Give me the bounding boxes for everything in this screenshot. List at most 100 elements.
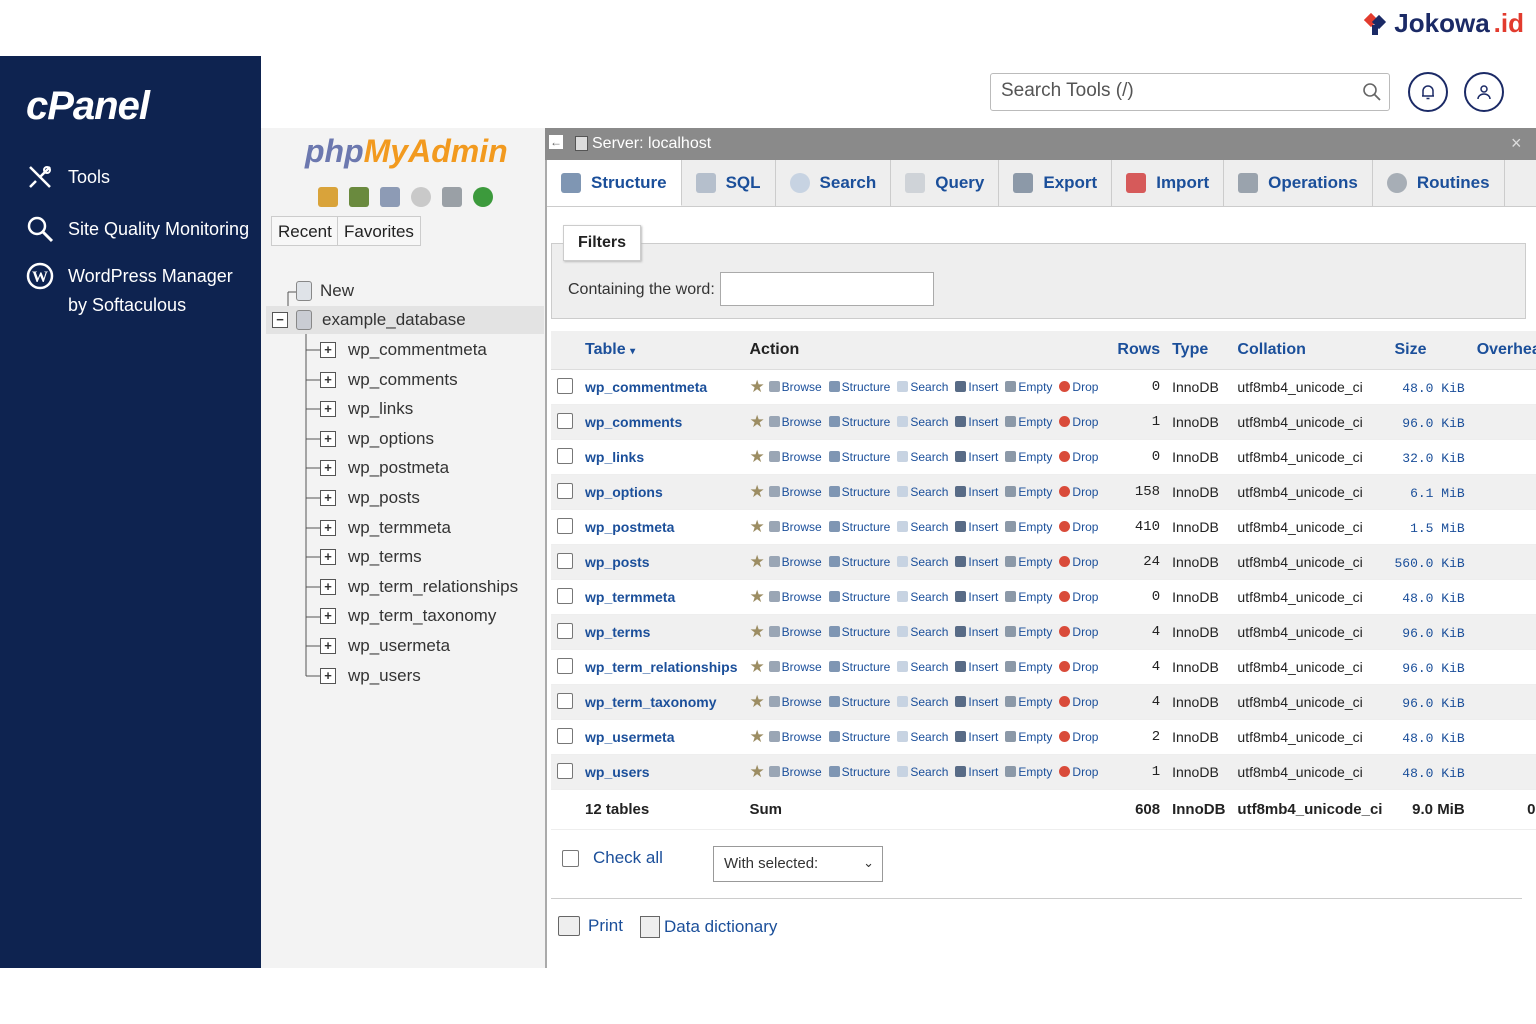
user-button[interactable] bbox=[1464, 72, 1504, 112]
tree-table-item[interactable]: + wp_terms bbox=[320, 543, 422, 571]
action-drop-link[interactable]: Drop bbox=[1059, 730, 1098, 744]
row-checkbox[interactable] bbox=[557, 412, 573, 429]
action-drop-link[interactable]: Drop bbox=[1059, 660, 1098, 674]
action-empty-link[interactable]: Empty bbox=[1005, 730, 1052, 744]
home-icon[interactable] bbox=[318, 187, 338, 207]
expand-icon[interactable]: + bbox=[320, 667, 336, 684]
size-link[interactable]: 560.0 KiB bbox=[1394, 556, 1464, 571]
action-search-link[interactable]: Search bbox=[897, 730, 948, 744]
row-checkbox[interactable] bbox=[557, 377, 573, 394]
reload-icon[interactable] bbox=[473, 187, 493, 207]
tab-export[interactable]: Export bbox=[999, 160, 1113, 206]
table-name-link[interactable]: wp_termmeta bbox=[585, 589, 675, 605]
action-drop-link[interactable]: Drop bbox=[1059, 625, 1098, 639]
collapse-icon[interactable]: − bbox=[272, 312, 288, 328]
row-checkbox[interactable] bbox=[557, 657, 573, 674]
tab-routines[interactable]: Routines bbox=[1373, 160, 1505, 206]
action-drop-link[interactable]: Drop bbox=[1059, 765, 1098, 779]
table-name-link[interactable]: wp_options bbox=[585, 484, 663, 500]
print-link[interactable]: Print bbox=[558, 916, 623, 936]
table-name-link[interactable]: wp_users bbox=[585, 764, 650, 780]
action-drop-link[interactable]: Drop bbox=[1059, 520, 1098, 534]
action-structure-link[interactable]: Structure bbox=[828, 485, 890, 499]
expand-icon[interactable]: + bbox=[320, 578, 336, 595]
tree-table-item[interactable]: + wp_termmeta bbox=[320, 514, 451, 542]
action-structure-link[interactable]: Structure bbox=[828, 450, 890, 464]
sidebar-item-site-quality[interactable]: Site Quality Monitoring bbox=[26, 215, 249, 243]
action-browse-link[interactable]: Browse bbox=[768, 590, 822, 604]
action-search-link[interactable]: Search bbox=[897, 520, 948, 534]
action-search-link[interactable]: Search bbox=[897, 765, 948, 779]
tab-structure[interactable]: Structure bbox=[547, 160, 682, 206]
row-checkbox[interactable] bbox=[557, 552, 573, 569]
filter-word-input[interactable] bbox=[720, 272, 934, 306]
check-all-checkbox[interactable] bbox=[562, 849, 579, 867]
action-drop-link[interactable]: Drop bbox=[1059, 590, 1098, 604]
expand-icon[interactable]: + bbox=[320, 430, 336, 447]
action-insert-link[interactable]: Insert bbox=[955, 590, 998, 604]
favorites-button[interactable]: Favorites bbox=[337, 216, 421, 246]
action-empty-link[interactable]: Empty bbox=[1005, 520, 1052, 534]
action-search-link[interactable]: Search bbox=[897, 695, 948, 709]
action-search-link[interactable]: Search bbox=[897, 485, 948, 499]
action-structure-link[interactable]: Structure bbox=[828, 765, 890, 779]
expand-icon[interactable]: + bbox=[320, 608, 336, 625]
action-browse-link[interactable]: Browse bbox=[768, 485, 822, 499]
row-checkbox[interactable] bbox=[557, 482, 573, 499]
favorite-star-icon[interactable]: ★ bbox=[750, 587, 765, 606]
action-structure-link[interactable]: Structure bbox=[828, 660, 890, 674]
column-header-collation[interactable]: Collation bbox=[1231, 331, 1389, 370]
table-name-link[interactable]: wp_terms bbox=[585, 624, 650, 640]
action-empty-link[interactable]: Empty bbox=[1005, 695, 1052, 709]
action-browse-link[interactable]: Browse bbox=[768, 555, 822, 569]
tree-table-item[interactable]: + wp_posts bbox=[320, 484, 420, 512]
action-search-link[interactable]: Search bbox=[897, 415, 948, 429]
tree-table-item[interactable]: + wp_links bbox=[320, 395, 413, 423]
action-insert-link[interactable]: Insert bbox=[955, 695, 998, 709]
column-header-overhead[interactable]: Overhead bbox=[1470, 331, 1536, 370]
table-name-link[interactable]: wp_postmeta bbox=[585, 519, 674, 535]
action-insert-link[interactable]: Insert bbox=[955, 450, 998, 464]
action-structure-link[interactable]: Structure bbox=[828, 590, 890, 604]
action-empty-link[interactable]: Empty bbox=[1005, 625, 1052, 639]
table-name-link[interactable]: wp_commentmeta bbox=[585, 379, 707, 395]
action-structure-link[interactable]: Structure bbox=[828, 730, 890, 744]
action-empty-link[interactable]: Empty bbox=[1005, 485, 1052, 499]
action-empty-link[interactable]: Empty bbox=[1005, 660, 1052, 674]
tab-sql[interactable]: SQL bbox=[682, 160, 776, 206]
tree-table-item[interactable]: + wp_options bbox=[320, 425, 434, 453]
action-insert-link[interactable]: Insert bbox=[955, 520, 998, 534]
expand-icon[interactable]: + bbox=[320, 371, 336, 388]
size-link[interactable]: 48.0 KiB bbox=[1402, 731, 1464, 746]
docs-icon[interactable] bbox=[380, 187, 400, 207]
tab-import[interactable]: Import bbox=[1112, 160, 1225, 206]
table-name-link[interactable]: wp_term_taxonomy bbox=[585, 694, 716, 710]
close-icon[interactable]: × bbox=[1511, 133, 1522, 154]
action-insert-link[interactable]: Insert bbox=[955, 485, 998, 499]
action-browse-link[interactable]: Browse bbox=[768, 625, 822, 639]
search-icon[interactable] bbox=[1362, 82, 1382, 107]
action-empty-link[interactable]: Empty bbox=[1005, 555, 1052, 569]
row-checkbox[interactable] bbox=[557, 692, 573, 709]
table-name-link[interactable]: wp_comments bbox=[585, 414, 682, 430]
tab-search[interactable]: Search bbox=[776, 160, 892, 206]
row-checkbox[interactable] bbox=[557, 727, 573, 744]
expand-icon[interactable]: + bbox=[320, 342, 336, 358]
settings-icon[interactable] bbox=[442, 187, 462, 207]
cpanel-logo[interactable]: cPanel bbox=[26, 84, 150, 129]
table-name-link[interactable]: wp_usermeta bbox=[585, 729, 674, 745]
action-browse-link[interactable]: Browse bbox=[768, 520, 822, 534]
action-search-link[interactable]: Search bbox=[897, 590, 948, 604]
action-empty-link[interactable]: Empty bbox=[1005, 415, 1052, 429]
action-structure-link[interactable]: Structure bbox=[828, 625, 890, 639]
column-header-type[interactable]: Type bbox=[1166, 331, 1232, 370]
favorite-star-icon[interactable]: ★ bbox=[750, 377, 765, 396]
favorite-star-icon[interactable]: ★ bbox=[750, 482, 765, 501]
search-tools-input[interactable]: Search Tools (/) bbox=[990, 73, 1390, 111]
tree-new[interactable]: New bbox=[296, 277, 354, 305]
size-link[interactable]: 48.0 KiB bbox=[1402, 591, 1464, 606]
size-link[interactable]: 96.0 KiB bbox=[1402, 661, 1464, 676]
expand-icon[interactable]: + bbox=[320, 549, 336, 566]
tree-table-item[interactable]: + wp_postmeta bbox=[320, 454, 449, 482]
collapse-nav-icon[interactable]: ← bbox=[549, 135, 563, 149]
